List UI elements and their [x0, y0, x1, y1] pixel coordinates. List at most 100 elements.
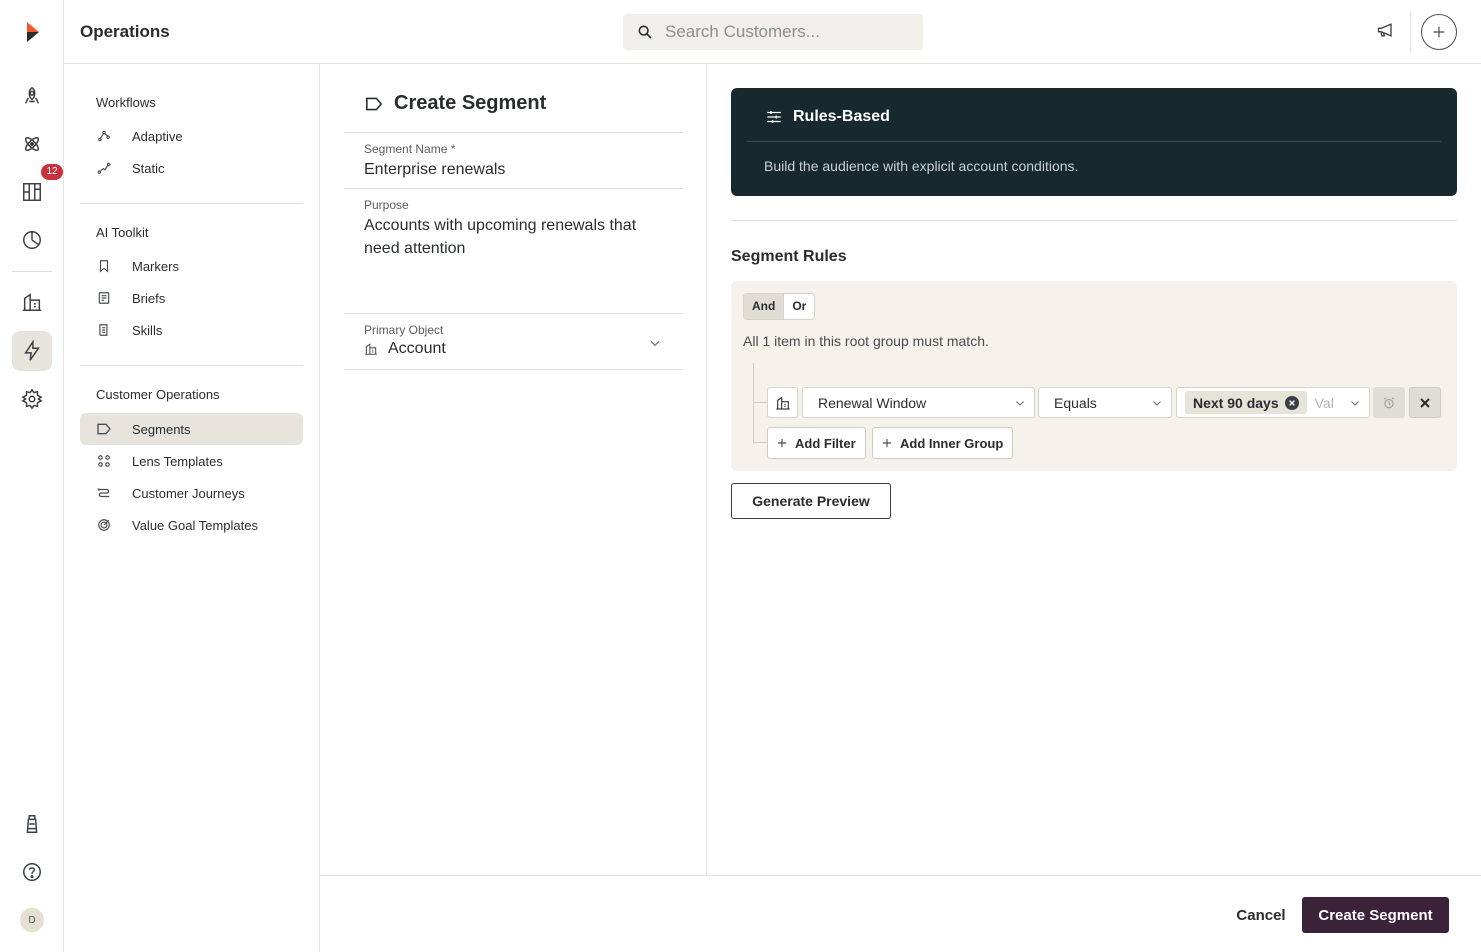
building-icon: [775, 396, 790, 410]
and-toggle[interactable]: And: [744, 294, 785, 319]
form-divider: [344, 132, 683, 133]
segment-name-label: Segment Name *: [364, 142, 456, 156]
cancel-button[interactable]: Cancel: [1226, 897, 1296, 933]
remove-filter-button[interactable]: [1409, 387, 1441, 418]
nav-item-customer-journeys[interactable]: Customer Journeys: [80, 477, 303, 509]
remove-chip-icon[interactable]: [1284, 395, 1299, 410]
search-input[interactable]: [665, 22, 905, 42]
nav-item-label: Markers: [132, 258, 179, 274]
secondary-nav: Workflows Adaptive Static AI Toolkit Mar…: [64, 64, 320, 952]
adaptive-icon: [96, 128, 112, 144]
form-divider: [344, 369, 683, 370]
brand-logo-icon[interactable]: [12, 12, 52, 52]
close-icon: [1420, 397, 1430, 408]
chevron-down-icon: [1349, 397, 1361, 409]
bookmark-icon: [96, 258, 112, 274]
rules-panel: Rules-Based Build the audience with expl…: [707, 64, 1481, 875]
purpose-label: Purpose: [364, 198, 409, 212]
form-title-text: Create Segment: [394, 92, 547, 114]
building-icon[interactable]: [12, 282, 52, 322]
journey-icon: [96, 485, 112, 501]
filter-field-value: Renewal Window: [818, 394, 927, 411]
nav-item-label: Lens Templates: [132, 453, 223, 469]
rocket-icon[interactable]: [12, 76, 52, 116]
skills-icon: [96, 322, 112, 338]
nav-item-segments[interactable]: Segments: [80, 413, 303, 445]
relative-time-button[interactable]: [1373, 387, 1405, 418]
help-icon[interactable]: [12, 852, 52, 892]
nav-item-briefs[interactable]: Briefs: [80, 282, 303, 314]
create-new-button[interactable]: [1421, 14, 1457, 50]
form-title: Create Segment: [364, 92, 546, 115]
pie-chart-icon[interactable]: [12, 220, 52, 260]
nav-divider: [80, 365, 303, 366]
chevron-down-icon: [1151, 397, 1163, 409]
topbar-divider: [1410, 12, 1411, 52]
megaphone-icon[interactable]: [1376, 20, 1400, 44]
plus-icon: [777, 438, 787, 448]
nav-item-lens-templates[interactable]: Lens Templates: [80, 445, 303, 477]
grid-icon: [96, 453, 112, 469]
form-footer: Cancel Create Segment: [320, 875, 1481, 952]
user-avatar[interactable]: D: [20, 908, 44, 932]
rules-card-header: Rules-Based: [765, 108, 890, 126]
add-filter-button[interactable]: Add Filter: [767, 427, 866, 459]
atom-icon[interactable]: [12, 124, 52, 164]
alarm-clock-icon: [1384, 396, 1394, 408]
sliders-icon: [765, 108, 783, 126]
create-segment-button[interactable]: Create Segment: [1302, 897, 1449, 933]
brief-icon: [96, 290, 112, 306]
primary-object-value: Account: [388, 340, 446, 357]
chevron-down-icon[interactable]: [648, 336, 662, 350]
and-or-toggle: And Or: [743, 293, 816, 320]
nav-item-skills[interactable]: Skills: [80, 314, 303, 346]
tree-line: [753, 363, 754, 443]
add-inner-group-button[interactable]: Add Inner Group: [872, 427, 1014, 459]
tag-icon: [96, 421, 112, 437]
segment-name-field[interactable]: Enterprise renewals: [364, 158, 505, 181]
chevron-down-icon: [1014, 397, 1026, 409]
lighthouse-icon[interactable]: [12, 804, 52, 844]
primary-object-select[interactable]: Account: [364, 340, 446, 358]
value-placeholder: Val: [1314, 394, 1334, 411]
nav-item-label: Segments: [132, 421, 191, 437]
nav-divider: [80, 203, 303, 204]
nav-section-customer-operations: Customer Operations: [96, 387, 220, 402]
rules-based-card[interactable]: Rules-Based Build the audience with expl…: [731, 88, 1457, 196]
section-divider: [731, 220, 1457, 221]
notification-badge: 12: [41, 164, 63, 180]
search-box[interactable]: [623, 14, 923, 50]
filter-field-select[interactable]: Renewal Window: [802, 387, 1035, 418]
nav-item-adaptive[interactable]: Adaptive: [80, 120, 303, 152]
nav-section-workflows: Workflows: [96, 95, 156, 110]
filter-value-select[interactable]: Next 90 days Val: [1176, 387, 1370, 418]
filter-object-button[interactable]: [767, 387, 798, 418]
plus-icon: [1433, 26, 1445, 38]
purpose-field[interactable]: Accounts with upcoming renewals that nee…: [364, 214, 654, 260]
target-icon: [96, 517, 112, 533]
or-toggle[interactable]: Or: [784, 294, 814, 319]
rule-group: And Or All 1 item in this root group mus…: [731, 281, 1457, 471]
segment-form: Create Segment Segment Name * Enterprise…: [320, 64, 707, 875]
nav-item-label: Static: [132, 160, 165, 176]
form-divider: [344, 188, 683, 189]
rules-card-description: Build the audience with explicit account…: [764, 158, 1079, 174]
nav-item-label: Adaptive: [132, 128, 183, 144]
generate-preview-button[interactable]: Generate Preview: [731, 483, 891, 519]
nav-item-static[interactable]: Static: [80, 152, 303, 184]
add-filter-label: Add Filter: [795, 435, 856, 451]
plus-icon: [882, 438, 892, 448]
value-chip: Next 90 days: [1185, 391, 1307, 414]
filter-operator-select[interactable]: Equals: [1038, 387, 1172, 418]
nav-item-value-goal-templates[interactable]: Value Goal Templates: [80, 509, 303, 541]
nav-item-markers[interactable]: Markers: [80, 250, 303, 282]
form-divider: [344, 313, 683, 314]
tree-line: [753, 442, 767, 443]
gear-icon[interactable]: [12, 379, 52, 419]
rules-card-divider: [747, 141, 1441, 142]
tag-icon: [364, 96, 384, 112]
nav-item-label: Value Goal Templates: [132, 517, 258, 533]
building-icon: [364, 342, 378, 356]
lightning-icon[interactable]: [12, 331, 52, 371]
nav-item-label: Customer Journeys: [132, 485, 245, 501]
